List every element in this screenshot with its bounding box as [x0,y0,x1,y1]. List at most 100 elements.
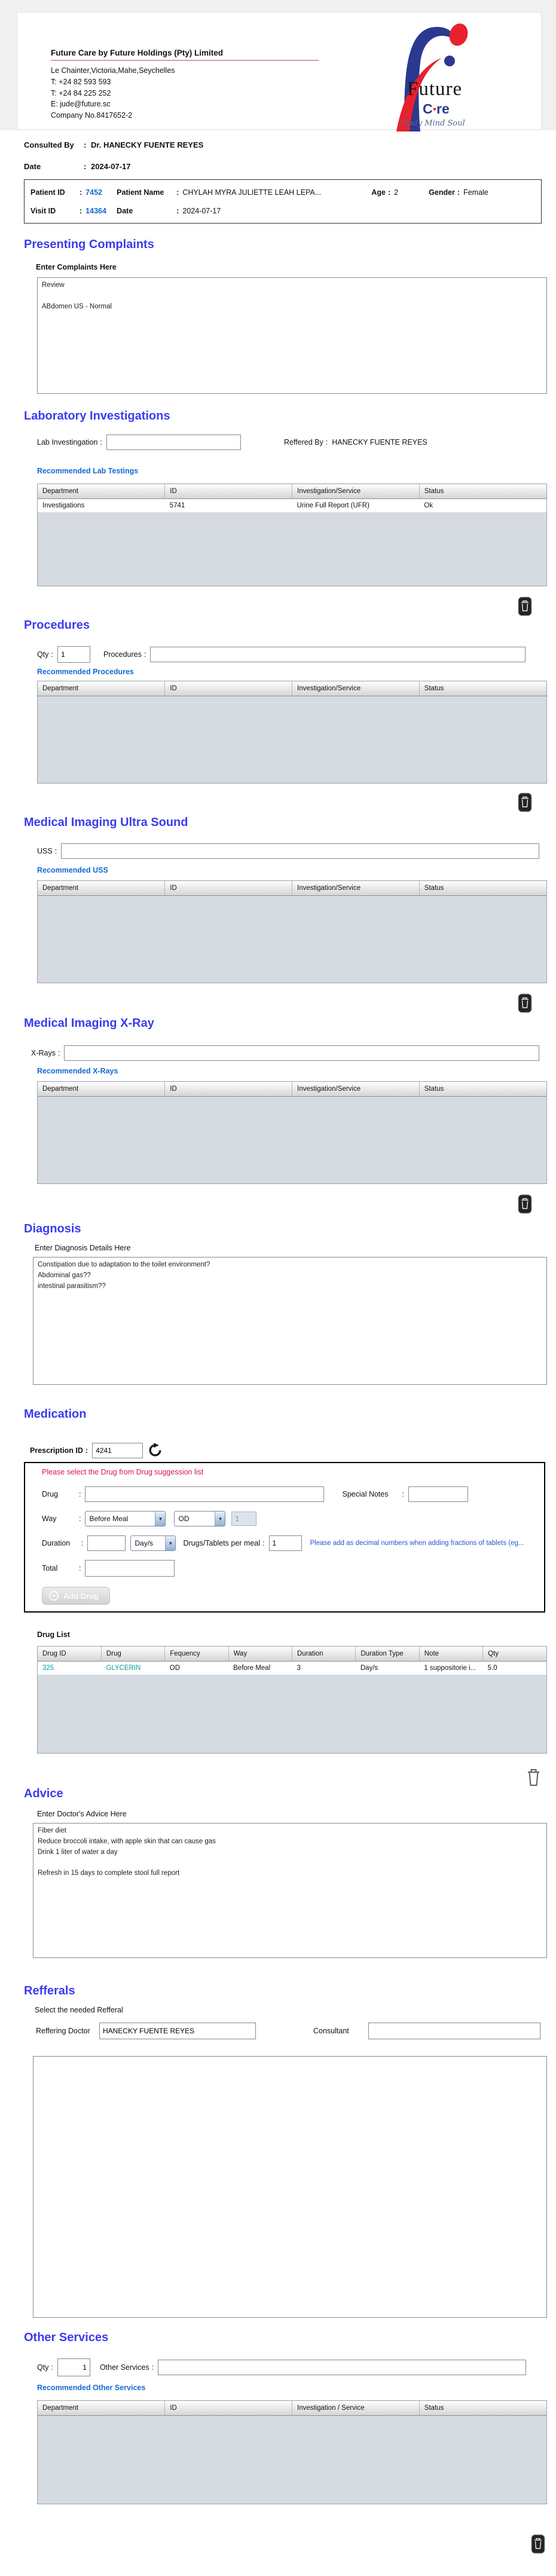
column-header: ID [164,2401,292,2416]
special-notes-input[interactable] [408,1486,468,1502]
gender-label: Gender [429,188,455,197]
uss-input[interactable] [61,843,540,859]
table-cell: 3 [292,1661,356,1675]
consulted-by-row: Consulted By : Dr. HANECKY FUENTE REYES [24,139,556,151]
trash-icon [518,596,532,616]
logo-tagline: Body Mind Soul [402,119,465,128]
section-title-medication: Medication [24,1408,87,1421]
lab-investigation-input[interactable] [106,435,241,450]
chevron-down-icon: ▼ [215,1512,225,1526]
column-header: Investigation/Service [292,1082,420,1097]
recommended-lab-testings-link[interactable]: Recommended Lab Testings [37,467,556,476]
frequency-qty-input[interactable] [231,1512,257,1526]
column-header: Status [419,1082,546,1097]
complaints-textarea[interactable] [37,277,547,394]
drug-row: Drug : Special Notes : [42,1486,544,1502]
uss-actions-row [0,993,556,1013]
procedures-qty-input[interactable] [57,646,90,663]
per-meal-input[interactable] [268,1535,302,1551]
referred-by-value: HANECKY FUENTE REYES [332,438,427,446]
frequency-selected-value: OD [178,1515,190,1523]
column-header: Qty [482,1647,546,1662]
prescription-id-input[interactable] [92,1442,143,1458]
table-row[interactable]: 325 GLYCERIN OD Before Meal 3 Day/s 1 supposit… [38,1661,546,1675]
delete-other-services-button[interactable] [531,2534,545,2554]
gender-value: Female [463,188,488,197]
xray-input[interactable] [64,1045,540,1061]
advice-actions-row [0,1767,556,1787]
logo-wordmark-future: Future [407,78,463,100]
column-header: Duration [292,1647,356,1662]
age-value: 2 [394,188,399,197]
chevron-down-icon: ▼ [165,1536,176,1550]
drug-label: Drug [42,1490,59,1498]
delete-advice-button[interactable] [526,1767,542,1787]
refresh-icon [149,1443,161,1457]
procedures-row: Qty : Procedures : [37,646,556,663]
letterhead-card: Future Care by Future Holdings (Pty) Lim… [17,12,542,131]
other-services-input[interactable] [158,2360,527,2375]
frequency-select[interactable]: OD ▼ [174,1511,226,1526]
procedures-input[interactable] [150,647,526,662]
column-header: Note [419,1647,484,1662]
referred-by-label: Reffered By [283,438,323,446]
duration-unit-value: Day/s [135,1539,154,1547]
separator: : [151,2363,154,2372]
table-cell: Ok [419,498,546,512]
table-row[interactable]: Investigations 5741 Urine Full Report (UFR… [38,498,546,512]
column-header: Way [228,1647,293,1662]
patient-info-box: Patient ID : 7452 Patient Name : CHYLAH … [24,179,542,224]
consultant-label: Consultant [313,2027,349,2035]
referring-doctor-label: Reffering Doctor [36,2027,90,2035]
recommended-other-services-link[interactable]: Recommended Other Services [37,2384,556,2393]
visit-id-label: Visit ID [30,207,56,215]
patient-date-label: Date [117,207,133,215]
separator: : [387,188,391,197]
lab-table-wrap: Department ID Investigation/Service Status I… [37,484,547,586]
recommended-procedures-link[interactable]: Recommended Procedures [37,668,556,677]
duration-input[interactable] [87,1535,126,1551]
total-input[interactable] [85,1560,175,1577]
procedures-table: Department ID Investigation/Service Status [38,681,546,696]
consultant-input[interactable] [368,2023,540,2039]
table-cell: 5741 [164,498,292,512]
patient-row-1: Patient ID : 7452 Patient Name : CHYLAH … [30,186,535,198]
plus-circle-icon: + [49,1591,59,1601]
recommended-uss-link[interactable]: Recommended USS [37,866,556,876]
separator: : [81,1539,84,1547]
referrals-label: Select the needed Refferal [35,2006,123,2014]
uss-table-wrap: Department ID Investigation/Service Status [37,880,547,983]
separator: : [54,847,57,855]
per-meal-label: Drugs/Tablets per meal [183,1539,261,1547]
way-row: Way : Before Meal ▼ OD ▼ [42,1511,544,1526]
diagnosis-textarea[interactable] [33,1257,547,1385]
prescription-row: Prescription ID : [30,1442,556,1458]
recommended-xray-link[interactable]: Recommended X-Rays [37,1067,556,1076]
xray-label: X-Rays [31,1049,56,1057]
procedures-label: Procedures [103,650,142,659]
procedures-qty-label: Qty [37,650,49,659]
column-header: ID [164,1082,292,1097]
add-drug-label: Add Drug [63,1591,99,1601]
drug-suggestion-hint: Please select the Drug from Drug suggess… [42,1468,204,1476]
referral-list-box[interactable] [33,2056,547,2318]
referring-doctor-input[interactable] [99,2023,256,2039]
delete-xray-button[interactable] [518,1194,532,1214]
other-services-table-wrap: Department ID Investigation / Service Statu… [37,2400,547,2504]
delete-uss-button[interactable] [518,993,532,1013]
xray-actions-row [0,1194,556,1214]
advice-textarea[interactable] [33,1823,547,1958]
other-qty-input[interactable] [57,2358,90,2376]
total-label: Total [42,1564,58,1572]
visit-date-row: Date : 2024-07-17 [24,160,556,172]
drug-input[interactable] [85,1486,325,1502]
section-title-diagnosis: Diagnosis [24,1222,81,1235]
refresh-prescription-button[interactable] [148,1442,163,1458]
way-select[interactable]: Before Meal ▼ [85,1511,166,1526]
delete-procedures-button[interactable] [518,793,532,812]
delete-lab-button[interactable] [518,596,532,616]
separator: : [80,188,83,197]
separator: : [79,1515,81,1523]
add-drug-button[interactable]: + Add Drug [42,1587,111,1605]
duration-unit-select[interactable]: Day/s ▼ [130,1535,176,1551]
